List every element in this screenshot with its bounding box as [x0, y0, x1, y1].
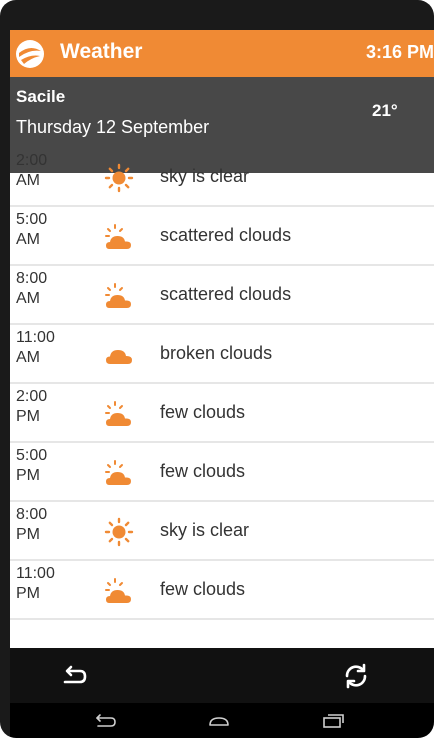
forecast-time-value: 2:00 — [16, 152, 48, 169]
forecast-time-value: 8:00 — [16, 506, 48, 523]
forecast-time-meridiem: PM — [16, 408, 40, 425]
sun-cloud-icon — [105, 578, 131, 603]
forecast-row[interactable]: 11:00 AM broken clouds — [10, 325, 434, 384]
forecast-time-value: 5:00 — [16, 447, 48, 464]
forecast-time-meridiem: PM — [16, 526, 40, 543]
forecast-time-meridiem: AM — [16, 290, 40, 307]
forecast-time: 11:00 AM — [16, 328, 96, 368]
forecast-time: 5:00 PM — [16, 446, 96, 486]
forecast-time: 11:00 PM — [16, 564, 96, 604]
forecast-time-value: 11:00 — [16, 329, 55, 346]
forecast-time-meridiem: AM — [16, 349, 40, 366]
sun-cloud-icon — [105, 460, 131, 485]
forecast-time: 8:00 PM — [16, 505, 96, 545]
forecast-time-meridiem: AM — [16, 172, 40, 189]
forecast-row[interactable]: 5:00 AM scattered clouds — [10, 207, 434, 266]
sun-icon — [104, 517, 134, 547]
forecast-condition: scattered clouds — [160, 284, 292, 304]
forecast-row[interactable]: 2:00 PM few clouds — [10, 384, 434, 443]
current-temperature: 21° — [372, 101, 398, 120]
device-frame: Weather 3:16 PM Sacile Thursday 12 Septe… — [0, 0, 434, 738]
forecast-condition: sky is clear — [160, 520, 250, 540]
forecast-condition: broken clouds — [160, 343, 273, 363]
cloud-icon — [106, 350, 132, 364]
city-name: Sacile — [16, 87, 66, 106]
forecast-time-value: 5:00 — [16, 211, 48, 228]
sun-cloud-icon — [105, 283, 131, 308]
system-nav-bar — [10, 703, 434, 738]
sun-icon — [104, 163, 134, 193]
forecast-time-value: 11:00 — [16, 565, 55, 582]
system-back-icon[interactable] — [92, 710, 118, 732]
forecast-date: Thursday 12 September — [16, 117, 210, 137]
app-bar: Weather 3:16 PM — [10, 30, 434, 77]
sun-cloud-icon — [105, 224, 131, 249]
forecast-time: 2:00 AM — [16, 151, 96, 191]
forecast-condition: few clouds — [160, 402, 246, 422]
forecast-condition: scattered clouds — [160, 225, 292, 245]
forecast-row[interactable]: 8:00 AM scattered clouds — [10, 266, 434, 325]
forecast-time-meridiem: AM — [16, 231, 40, 248]
app-title: Weather — [60, 40, 143, 63]
refresh-button[interactable] — [342, 662, 370, 690]
forecast-condition: few clouds — [160, 579, 246, 599]
forecast-row[interactable]: 8:00 PM sky is clear — [10, 502, 434, 561]
forecast-time-meridiem: PM — [16, 467, 40, 484]
app-screen: Weather 3:16 PM Sacile Thursday 12 Septe… — [10, 30, 434, 738]
forecast-time-meridiem: PM — [16, 585, 40, 602]
forecast-time: 8:00 AM — [16, 269, 96, 309]
system-home-icon[interactable] — [206, 710, 232, 732]
back-arrow-button[interactable] — [60, 662, 88, 690]
forecast-row[interactable]: 5:00 PM few clouds — [10, 443, 434, 502]
forecast-condition: few clouds — [160, 461, 246, 481]
system-recents-icon[interactable] — [320, 710, 346, 732]
forecast-time-value: 8:00 — [16, 270, 48, 287]
forecast-time: 5:00 AM — [16, 210, 96, 250]
forecast-row[interactable]: 11:00 PM few clouds — [10, 561, 434, 620]
forecast-condition: sky is clear — [160, 166, 250, 186]
forecast-row[interactable]: 2:00 AM sky is clear — [10, 148, 434, 207]
sun-cloud-icon — [105, 401, 131, 426]
clock: 3:16 PM — [365, 42, 434, 62]
forecast-time: 2:00 PM — [16, 387, 96, 427]
forecast-list[interactable]: 2:00 AM sky is clear 5:00 AM scattered c… — [10, 148, 434, 620]
app-logo-icon[interactable] — [15, 39, 45, 69]
forecast-time-value: 2:00 — [16, 388, 48, 405]
action-bar — [10, 648, 434, 703]
